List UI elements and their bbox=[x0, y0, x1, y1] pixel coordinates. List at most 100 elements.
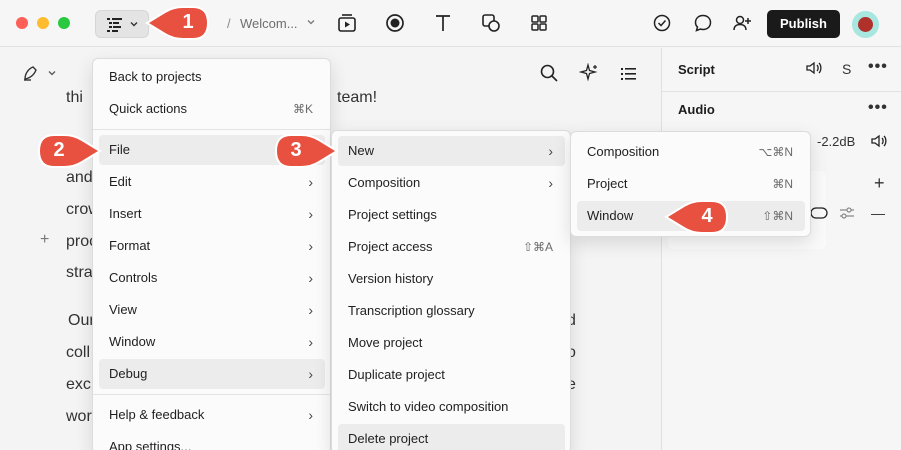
menu-item-label: Controls bbox=[109, 270, 158, 285]
menu-item-new[interactable]: New › bbox=[338, 136, 565, 166]
script-text: wor bbox=[66, 408, 92, 425]
menu-item-move-project[interactable]: Move project bbox=[338, 328, 565, 358]
publish-button[interactable]: Publish bbox=[767, 10, 840, 38]
step-badge-1: 1 bbox=[145, 5, 211, 41]
file-submenu: New › Composition › Project settings Proje… bbox=[331, 130, 571, 450]
menu-item-format[interactable]: Format › bbox=[99, 231, 325, 261]
menu-item-edit[interactable]: Edit › bbox=[99, 167, 325, 197]
audio-panel-title: Audio bbox=[678, 102, 715, 117]
chevron-down-icon[interactable] bbox=[47, 68, 57, 78]
menu-item-label: Insert bbox=[109, 206, 142, 221]
menu-item-label: Composition bbox=[348, 175, 421, 190]
add-paragraph-icon[interactable]: + bbox=[40, 231, 49, 249]
menu-item-label: Back to projects bbox=[109, 69, 202, 84]
chevron-right-icon: › bbox=[308, 206, 313, 222]
menu-item-label: Composition bbox=[587, 144, 660, 159]
menu-item-label: Duplicate project bbox=[348, 367, 445, 382]
menu-item-help-feedback[interactable]: Help & feedback › bbox=[99, 400, 325, 430]
menu-separator bbox=[93, 129, 330, 130]
menu-item-duplicate-project[interactable]: Duplicate project bbox=[338, 360, 565, 390]
list-icon[interactable] bbox=[620, 63, 638, 83]
toggle-icon[interactable] bbox=[810, 206, 830, 220]
menu-item-label: Format bbox=[109, 238, 151, 253]
record-icon[interactable] bbox=[384, 12, 406, 34]
document-menu-icon bbox=[107, 18, 122, 32]
step-number: 2 bbox=[53, 139, 65, 161]
text-tool-icon[interactable] bbox=[432, 12, 454, 34]
layers-play-icon[interactable] bbox=[336, 12, 358, 34]
add-track-icon[interactable]: + bbox=[874, 173, 885, 194]
menu-item-version-history[interactable]: Version history bbox=[338, 264, 565, 294]
step-number: 3 bbox=[290, 139, 302, 161]
close-window-button[interactable] bbox=[16, 17, 28, 29]
comment-icon[interactable] bbox=[692, 12, 714, 34]
menu-item-label: Project bbox=[587, 176, 628, 191]
chevron-right-icon: › bbox=[308, 407, 313, 423]
more-icon[interactable]: ••• bbox=[868, 58, 888, 76]
menu-item-label: Project access bbox=[348, 239, 433, 254]
zoom-window-button[interactable] bbox=[58, 17, 70, 29]
main-menu-button[interactable] bbox=[95, 10, 149, 38]
check-circle-icon[interactable] bbox=[651, 12, 673, 34]
avatar[interactable] bbox=[852, 11, 879, 38]
menu-item-controls[interactable]: Controls › bbox=[99, 263, 325, 293]
remove-track-icon[interactable]: — bbox=[871, 205, 885, 221]
menu-separator bbox=[93, 394, 330, 395]
breadcrumb-separator: / bbox=[227, 16, 231, 31]
search-icon[interactable] bbox=[539, 63, 559, 83]
menu-item-project-settings[interactable]: Project settings bbox=[338, 200, 565, 230]
divider bbox=[662, 91, 901, 92]
script-text: exc bbox=[66, 376, 91, 393]
menu-item-app-settings[interactable]: App settings... bbox=[99, 432, 325, 450]
menu-item-label: Debug bbox=[109, 366, 148, 381]
menu-item-debug[interactable]: Debug › bbox=[99, 359, 325, 389]
menu-item-label: Quick actions bbox=[109, 101, 188, 116]
menu-item-label: App settings... bbox=[109, 439, 192, 450]
properties-panel: Script S ••• Audio ••• -2.2dB + — bbox=[661, 48, 901, 450]
menu-item-delete-project[interactable]: Delete project bbox=[338, 424, 565, 450]
chevron-right-icon: › bbox=[308, 270, 313, 286]
speaker-icon[interactable] bbox=[805, 60, 823, 76]
chevron-right-icon: › bbox=[308, 174, 313, 190]
menu-item-label: New bbox=[348, 143, 375, 158]
menu-item-label: Transcription glossary bbox=[348, 303, 475, 318]
menu-item-window[interactable]: Window › bbox=[99, 327, 325, 357]
grid-icon[interactable] bbox=[528, 12, 550, 34]
shortcut-label: ⇧⌘A bbox=[522, 240, 553, 254]
menu-item-back-to-projects[interactable]: Back to projects bbox=[99, 62, 325, 92]
menu-item-new-project[interactable]: Project ⌘N bbox=[577, 169, 805, 199]
chevron-down-icon[interactable] bbox=[306, 17, 316, 27]
menu-item-label: Help & feedback bbox=[109, 407, 205, 422]
chevron-right-icon: › bbox=[308, 334, 313, 350]
menu-item-label: Window bbox=[587, 208, 634, 223]
pen-icon[interactable] bbox=[22, 64, 42, 82]
menu-item-quick-actions[interactable]: Quick actions ⌘K bbox=[99, 94, 325, 124]
sparkle-icon[interactable] bbox=[579, 63, 599, 83]
shortcut-label: ⇧⌘N bbox=[762, 209, 793, 223]
shortcut-label: ⌥⌘N bbox=[758, 145, 794, 159]
chevron-right-icon: › bbox=[548, 175, 553, 191]
menu-item-composition[interactable]: Composition › bbox=[338, 168, 565, 198]
menu-item-label: Edit bbox=[109, 174, 132, 189]
menu-item-view[interactable]: View › bbox=[99, 295, 325, 325]
menu-item-insert[interactable]: Insert › bbox=[99, 199, 325, 229]
gain-value: -2.2dB bbox=[817, 134, 856, 149]
breadcrumb-project[interactable]: Welcom... bbox=[240, 16, 298, 31]
volume-icon[interactable] bbox=[870, 133, 888, 149]
more-icon[interactable]: ••• bbox=[868, 99, 888, 117]
add-user-icon[interactable] bbox=[731, 12, 753, 34]
shapes-icon[interactable] bbox=[480, 12, 502, 34]
chevron-down-icon bbox=[130, 22, 138, 27]
menu-item-project-access[interactable]: Project access ⇧⌘A bbox=[338, 232, 565, 262]
menu-item-label: File bbox=[109, 142, 130, 157]
menu-item-switch-to-video[interactable]: Switch to video composition bbox=[338, 392, 565, 422]
menu-item-transcription-glossary[interactable]: Transcription glossary bbox=[338, 296, 565, 326]
speaker-label[interactable]: S bbox=[842, 61, 851, 77]
menu-item-label: Window bbox=[109, 334, 156, 349]
step-badge-2: 2 bbox=[36, 133, 102, 169]
shortcut-label: ⌘K bbox=[292, 102, 313, 116]
sliders-icon[interactable] bbox=[838, 205, 856, 221]
menu-item-new-composition[interactable]: Composition ⌥⌘N bbox=[577, 137, 805, 167]
minimize-window-button[interactable] bbox=[37, 17, 49, 29]
menu-item-label: View bbox=[109, 302, 137, 317]
